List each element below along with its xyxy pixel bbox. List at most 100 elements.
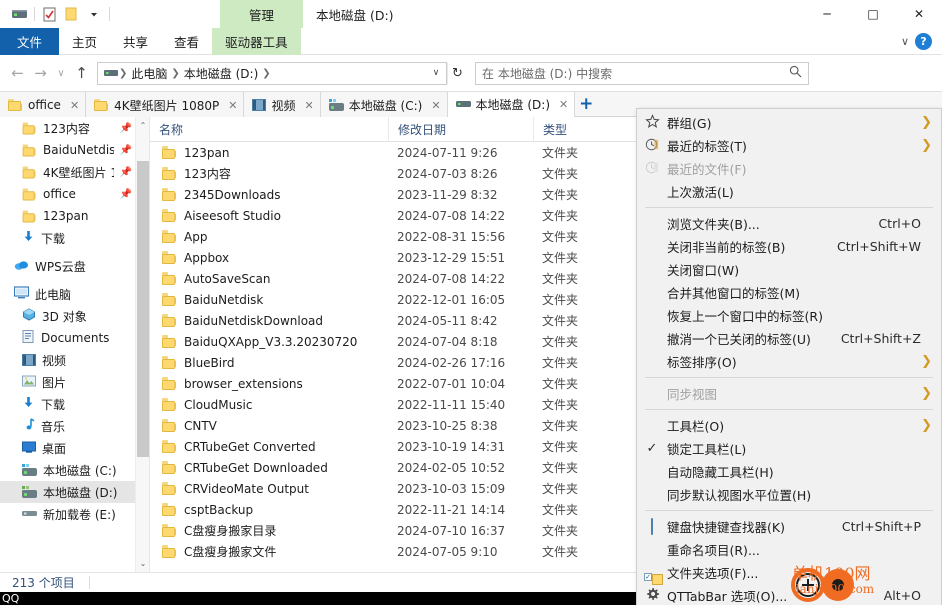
tab-drive-tools[interactable]: 驱动器工具 xyxy=(212,28,301,55)
nav-scroll-down-icon[interactable]: ⌄ xyxy=(136,555,149,572)
nav-item-this-pc[interactable]: 此电脑 xyxy=(0,283,136,305)
column-header-date[interactable]: 修改日期 xyxy=(388,117,533,142)
nav-item-videos[interactable]: 视频 xyxy=(0,349,136,371)
menu-item-t[interactable]: 最近的标签(T) ❯ xyxy=(637,134,941,157)
menu-item-k[interactable]: 键盘快捷键查找器(K) Ctrl+Shift+P xyxy=(637,515,941,538)
menu-item-o[interactable]: 标签排序(O) ❯ xyxy=(637,350,941,373)
back-button[interactable]: ← xyxy=(6,61,29,85)
nav-item-wps-cloud[interactable]: WPS云盘 xyxy=(0,255,136,277)
nav-item-label: 下载 xyxy=(41,231,66,246)
new-folder-icon[interactable] xyxy=(61,3,83,25)
tab-file[interactable]: 文件 xyxy=(0,28,60,55)
cell-type: 文件夹 xyxy=(542,314,579,328)
nav-scroll-up-icon[interactable]: ⌃ xyxy=(136,117,149,134)
collapse-ribbon-icon[interactable]: ∨ xyxy=(901,35,909,48)
properties-icon[interactable] xyxy=(39,3,61,25)
tab-local-disk-c[interactable]: 本地磁盘 (C:) ✕ xyxy=(320,92,448,118)
tab-close-icon[interactable]: ✕ xyxy=(431,99,440,112)
nav-item-office[interactable]: office 📌 xyxy=(0,183,136,205)
status-divider xyxy=(88,576,90,589)
nav-scrollbar[interactable]: ⌃ ⌄ xyxy=(135,117,149,572)
nav-item-pictures[interactable]: 图片 xyxy=(0,371,136,393)
tab-home[interactable]: 主页 xyxy=(59,28,110,55)
menu-item-r[interactable]: 重命名项目(R)... xyxy=(637,538,941,561)
menu-item-m[interactable]: 合并其他窗口的标签(M) xyxy=(637,281,941,304)
nav-item-local-disk-c[interactable]: 本地磁盘 (C:) xyxy=(0,459,136,481)
cell-name: Appbox xyxy=(150,247,388,268)
tab-close-icon[interactable]: ✕ xyxy=(559,98,568,111)
search-input[interactable]: 在 本地磁盘 (D:) 中搜索 xyxy=(482,65,789,82)
refresh-button[interactable]: ↻ xyxy=(447,62,467,84)
menu-item-g[interactable]: 群组(G) ❯ xyxy=(637,111,941,134)
pin-icon[interactable]: 📌 xyxy=(120,145,132,156)
address-bar[interactable]: ❯ 此电脑 ❯ 本地磁盘 (D:) ❯ ∨ xyxy=(97,61,447,85)
address-dropdown-icon[interactable]: ∨ xyxy=(428,68,444,78)
folder-icon xyxy=(8,98,23,112)
close-button[interactable]: ✕ xyxy=(896,0,942,28)
menu-item-b[interactable]: 浏览文件夹(B)... Ctrl+O xyxy=(637,212,941,235)
computer-icon xyxy=(13,286,30,302)
nav-item-music[interactable]: 音乐 xyxy=(0,415,136,437)
nav-scroll-thumb[interactable] xyxy=(137,161,149,457)
tab-wallpaper[interactable]: 4K壁纸图片 1080P ✕ xyxy=(86,92,245,118)
tab-office[interactable]: office ✕ xyxy=(0,92,87,118)
menu-item-u[interactable]: 撤消一个已关闭的标签(U) Ctrl+Shift+Z xyxy=(637,327,941,350)
tab-close-icon[interactable]: ✕ xyxy=(70,99,79,112)
search-icon[interactable] xyxy=(789,65,802,81)
nav-item-baidunetdisk[interactable]: BaiduNetdisk 📌 xyxy=(0,139,136,161)
nav-item-123pan[interactable]: 123pan xyxy=(0,205,136,227)
maximize-button[interactable]: □ xyxy=(850,0,896,28)
nav-item-local-disk-d[interactable]: 本地磁盘 (D:) xyxy=(0,481,136,503)
tab-close-icon[interactable]: ✕ xyxy=(305,99,314,112)
folder-icon xyxy=(162,419,177,432)
nav-item-desktop[interactable]: 桌面 xyxy=(0,437,136,459)
nav-item-new-volume-e[interactable]: 新加载卷 (E:) xyxy=(0,503,136,525)
menu-item-label: 自动隐藏工具栏(H) xyxy=(667,465,774,480)
breadcrumb-separator-2[interactable]: ❯ xyxy=(261,68,271,79)
customize-dropdown-icon[interactable] xyxy=(83,3,105,25)
up-button[interactable]: ↑ xyxy=(70,61,93,85)
tab-video[interactable]: 视频 ✕ xyxy=(244,92,321,118)
nav-item-documents[interactable]: Documents xyxy=(0,327,136,349)
cell-type: 文件夹 xyxy=(542,209,579,223)
pin-icon[interactable]: 📌 xyxy=(120,189,132,200)
forward-button[interactable]: → xyxy=(29,61,52,85)
menu-item-accelerator: Ctrl+Shift+W xyxy=(837,239,921,254)
nav-item-downloads-qa[interactable]: 下载 xyxy=(0,227,136,249)
help-icon[interactable]: ? xyxy=(915,32,932,50)
new-tab-button[interactable]: + xyxy=(575,92,597,116)
column-header-name[interactable]: 名称 xyxy=(150,117,388,142)
tab-share[interactable]: 共享 xyxy=(110,28,161,55)
breadcrumb-local-disk-d[interactable]: 本地磁盘 (D:) xyxy=(181,65,261,82)
tab-label: office xyxy=(28,98,61,112)
menu-item-w[interactable]: 关闭窗口(W) xyxy=(637,258,941,281)
tab-close-icon[interactable]: ✕ xyxy=(228,99,237,112)
recent-locations-icon[interactable]: ∨ xyxy=(52,61,70,85)
breadcrumb-this-pc[interactable]: 此电脑 xyxy=(128,65,170,82)
menu-item-l[interactable]: ✓ 锁定工具栏(L) xyxy=(637,437,941,460)
column-header-type[interactable]: 类型 xyxy=(533,117,623,142)
menu-item-h[interactable]: 自动隐藏工具栏(H) xyxy=(637,460,941,483)
taskbar-qq-label[interactable]: QQ xyxy=(2,592,19,605)
nav-item-label: 此电脑 xyxy=(35,287,72,302)
menu-item-r[interactable]: 恢复上一个窗口中的标签(R) xyxy=(637,304,941,327)
minimize-button[interactable]: ─ xyxy=(804,0,850,28)
pin-icon[interactable]: 📌 xyxy=(120,167,132,178)
pictures-icon xyxy=(22,375,36,390)
pin-icon[interactable]: 📌 xyxy=(120,123,132,134)
gear-icon xyxy=(645,587,660,605)
nav-item-wallpaper[interactable]: 4K壁纸图片 1 📌 xyxy=(0,161,136,183)
menu-item-l[interactable]: 上次激活(L) xyxy=(637,180,941,203)
nav-item-downloads[interactable]: 下载 xyxy=(0,393,136,415)
search-box[interactable]: 在 本地磁盘 (D:) 中搜索 xyxy=(475,61,809,85)
menu-item-h[interactable]: 同步默认视图水平位置(H) xyxy=(637,483,941,506)
menu-item-b[interactable]: 关闭非当前的标签(B) Ctrl+Shift+W xyxy=(637,235,941,258)
tab-local-disk-d[interactable]: 本地磁盘 (D:) ✕ xyxy=(447,92,576,118)
nav-item-3d-objects[interactable]: 3D 对象 xyxy=(0,305,136,327)
tab-view[interactable]: 查看 xyxy=(161,28,212,55)
qat-separator-2 xyxy=(109,7,110,21)
tab-label: 4K壁纸图片 1080P xyxy=(114,98,220,113)
nav-item-123content[interactable]: 123内容 📌 xyxy=(0,117,136,139)
menu-item-label: 重命名项目(R)... xyxy=(667,543,760,558)
menu-item-o[interactable]: 工具栏(O) ❯ xyxy=(637,414,941,437)
